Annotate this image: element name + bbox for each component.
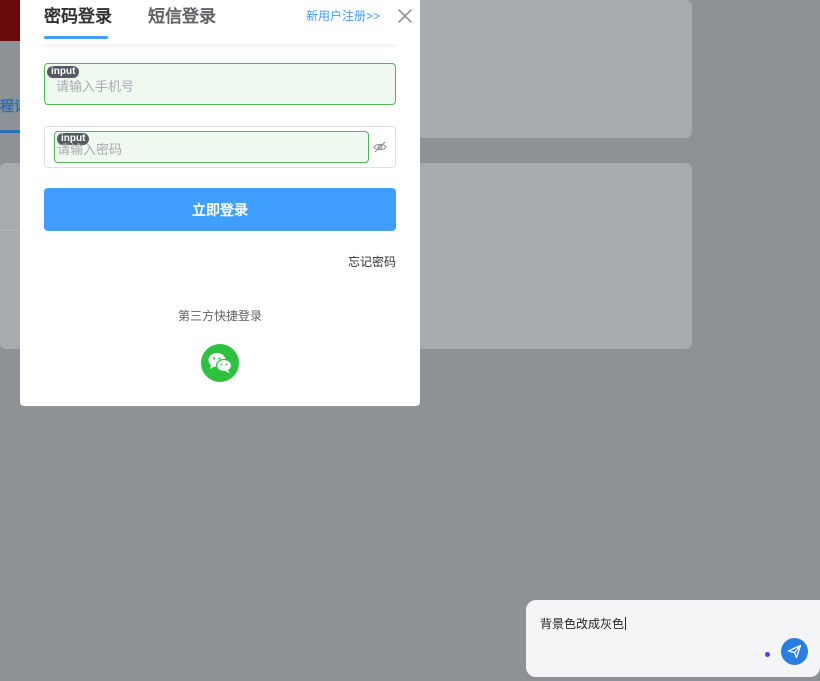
login-submit-button[interactable]: 立即登录 (44, 188, 396, 231)
active-tab-indicator (44, 36, 108, 39)
login-tabs: 密码登录 短信登录 新用户注册>> (44, 0, 412, 40)
send-button[interactable] (781, 638, 808, 665)
third-party-login-label: 第三方快捷登录 (177, 309, 262, 323)
wechat-icon (208, 353, 233, 374)
tab-sms-login[interactable]: 短信登录 (148, 2, 216, 27)
send-icon (787, 644, 802, 659)
chat-input-text[interactable]: 背景色改成灰色 (540, 615, 627, 632)
phone-field: input (44, 63, 396, 105)
background-divider (0, 230, 20, 231)
close-icon[interactable] (396, 7, 414, 25)
text-caret (625, 617, 627, 630)
tabs-divider (44, 44, 396, 50)
eye-off-icon[interactable] (373, 140, 387, 154)
password-input-wrapper: input (54, 131, 369, 163)
register-link[interactable]: 新用户注册>> (306, 7, 380, 24)
chat-input-value: 背景色改成灰色 (540, 617, 625, 631)
login-modal: 密码登录 短信登录 新用户注册>> input input 立即登录 忘记密码 … (20, 0, 420, 406)
tab-password-login[interactable]: 密码登录 (44, 2, 112, 27)
background-tab-underline (0, 130, 20, 133)
status-dot (765, 652, 770, 657)
chat-input-box[interactable]: 背景色改成灰色 (526, 600, 820, 677)
wechat-login-button[interactable] (201, 344, 239, 382)
password-input[interactable] (55, 138, 359, 160)
password-field: input (44, 126, 396, 168)
phone-input[interactable] (54, 75, 388, 97)
forgot-password-link[interactable]: 忘记密码 (320, 253, 396, 270)
